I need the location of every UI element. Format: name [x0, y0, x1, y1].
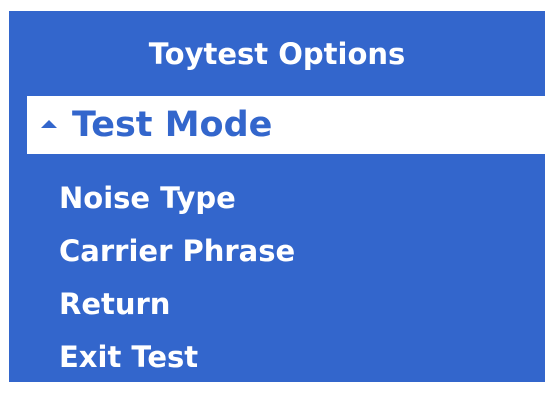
menu-item-exit-test[interactable]: Exit Test — [59, 336, 198, 378]
menu-item-return[interactable]: Return — [59, 283, 170, 325]
options-menu: Toytest Options Test Mode Noise Type Car… — [9, 11, 545, 382]
menu-title: Toytest Options — [148, 37, 406, 71]
menu-item-test-mode[interactable]: Test Mode — [27, 96, 545, 154]
screen-frame: Toytest Options Test Mode Noise Type Car… — [0, 0, 554, 394]
menu-item-label: Test Mode — [72, 105, 273, 145]
menu-item-noise-type[interactable]: Noise Type — [59, 177, 236, 219]
menu-item-carrier-phrase[interactable]: Carrier Phrase — [59, 230, 295, 272]
up-arrow-icon — [41, 120, 57, 128]
